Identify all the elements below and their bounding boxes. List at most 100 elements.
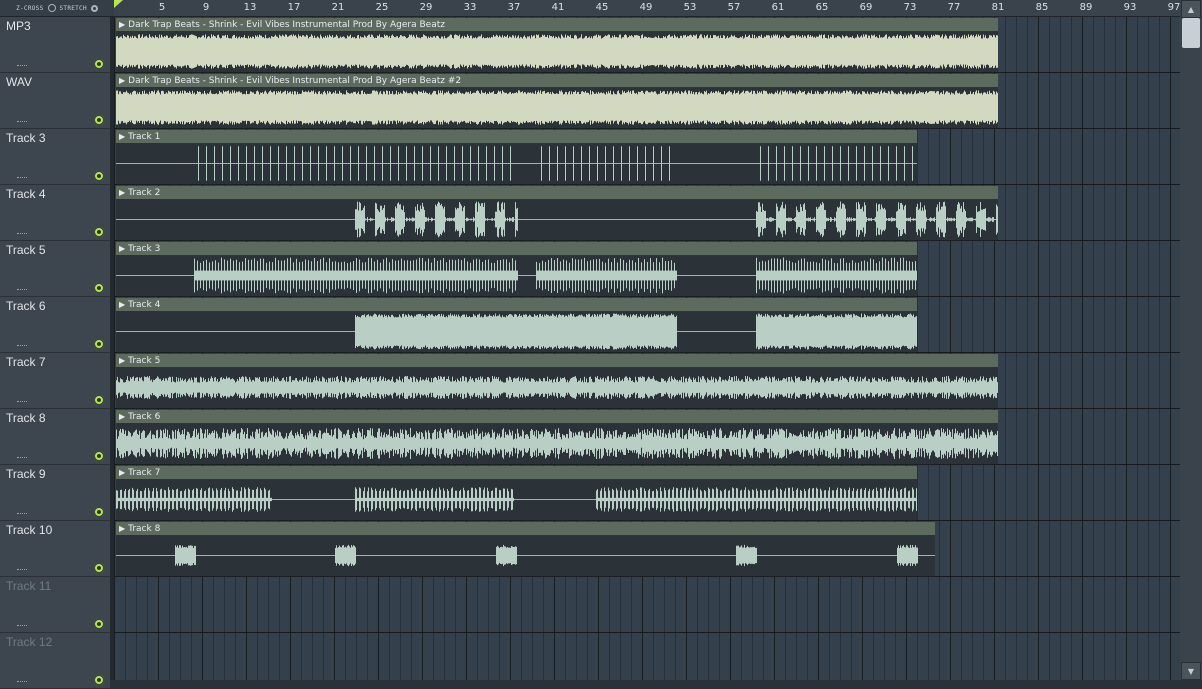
mute-led-icon[interactable] — [94, 59, 104, 69]
chevron-down-icon[interactable]: ▼ — [1181, 662, 1201, 680]
audio-clip[interactable]: ▶Dark Trap Beats - Shrink - Evil Vibes I… — [116, 18, 998, 72]
mute-led-icon[interactable] — [94, 675, 104, 685]
playlist-grid[interactable]: ▶Dark Trap Beats - Shrink - Evil Vibes I… — [114, 17, 1180, 680]
clip-waveform-area — [116, 367, 998, 408]
vertical-scrollbar[interactable]: ▲ ▼ — [1180, 0, 1202, 680]
track-header[interactable]: Track 5 — [0, 241, 110, 297]
audio-clip[interactable]: ▶Track 3 — [116, 242, 917, 296]
track-name[interactable]: MP3 — [6, 19, 31, 33]
bar-number: 9 — [203, 2, 209, 13]
play-arrow-icon[interactable]: ▶ — [119, 524, 125, 533]
clip-title-bar[interactable]: ▶Track 7 — [116, 466, 917, 479]
clip-title-bar[interactable]: ▶Track 3 — [116, 242, 917, 255]
track-header[interactable]: Track 8 — [0, 409, 110, 465]
track-grip-icon[interactable] — [17, 177, 27, 180]
track-name[interactable]: Track 11 — [6, 579, 51, 593]
playlist-lane[interactable]: ▶Track 1 — [114, 129, 1180, 185]
mute-led-icon[interactable] — [94, 115, 104, 125]
track-header[interactable]: Track 9 — [0, 465, 110, 521]
mute-led-icon[interactable] — [94, 227, 104, 237]
track-grip-icon[interactable] — [17, 513, 27, 516]
zcross-toggle-icon[interactable] — [48, 4, 56, 12]
mute-led-icon[interactable] — [94, 451, 104, 461]
clip-title-bar[interactable]: ▶Track 4 — [116, 298, 917, 311]
audio-clip[interactable]: ▶Track 2 — [116, 186, 998, 240]
play-arrow-icon[interactable]: ▶ — [119, 300, 125, 309]
mute-led-icon[interactable] — [94, 507, 104, 517]
audio-clip[interactable]: ▶Track 4 — [116, 298, 917, 352]
stretch-toggle-icon[interactable] — [91, 5, 98, 12]
playlist-lane[interactable]: ▶Track 5 — [114, 353, 1180, 409]
clip-title-bar[interactable]: ▶Track 1 — [116, 130, 917, 143]
track-name[interactable]: Track 9 — [6, 467, 46, 481]
playlist-lane[interactable]: ▶Track 4 — [114, 297, 1180, 353]
play-arrow-icon[interactable]: ▶ — [119, 244, 125, 253]
chevron-up-icon[interactable]: ▲ — [1181, 0, 1201, 18]
mute-led-icon[interactable] — [94, 563, 104, 573]
track-header[interactable]: Track 6 — [0, 297, 110, 353]
audio-clip[interactable]: ▶Dark Trap Beats - Shrink - Evil Vibes I… — [116, 74, 998, 128]
track-name[interactable]: Track 7 — [6, 355, 46, 369]
play-arrow-icon[interactable]: ▶ — [119, 412, 125, 421]
clip-title-bar[interactable]: ▶Dark Trap Beats - Shrink - Evil Vibes I… — [116, 74, 998, 87]
clip-title-bar[interactable]: ▶Track 6 — [116, 410, 998, 423]
mute-led-icon[interactable] — [94, 283, 104, 293]
mute-led-icon[interactable] — [94, 619, 104, 629]
track-name[interactable]: Track 6 — [6, 299, 46, 313]
track-grip-icon[interactable] — [17, 457, 27, 460]
track-header[interactable]: Track 4 — [0, 185, 110, 241]
mute-led-icon[interactable] — [94, 171, 104, 181]
clip-title-bar[interactable]: ▶Track 8 — [116, 522, 935, 535]
play-arrow-icon[interactable]: ▶ — [119, 356, 125, 365]
playlist-lane[interactable]: ▶Track 3 — [114, 241, 1180, 297]
track-header[interactable]: Track 10 — [0, 521, 110, 577]
track-grip-icon[interactable] — [17, 121, 27, 124]
track-name[interactable]: Track 8 — [6, 411, 46, 425]
audio-clip[interactable]: ▶Track 7 — [116, 466, 917, 520]
clip-title-bar[interactable]: ▶Track 2 — [116, 186, 998, 199]
play-arrow-icon[interactable]: ▶ — [119, 188, 125, 197]
track-grip-icon[interactable] — [17, 65, 27, 68]
clip-title-bar[interactable]: ▶Dark Trap Beats - Shrink - Evil Vibes I… — [116, 18, 998, 31]
track-name[interactable]: Track 12 — [6, 635, 52, 649]
track-grip-icon[interactable] — [17, 289, 27, 292]
play-arrow-icon[interactable]: ▶ — [119, 20, 125, 29]
track-header[interactable]: Track 11 — [0, 577, 110, 633]
audio-clip[interactable]: ▶Track 6 — [116, 410, 998, 464]
track-header[interactable]: MP3 — [0, 17, 110, 73]
track-grip-icon[interactable] — [17, 401, 27, 404]
play-arrow-icon[interactable]: ▶ — [119, 468, 125, 477]
track-grip-icon[interactable] — [17, 345, 27, 348]
play-arrow-icon[interactable]: ▶ — [119, 132, 125, 141]
playlist-lane[interactable]: ▶Dark Trap Beats - Shrink - Evil Vibes I… — [114, 17, 1180, 73]
track-header[interactable]: WAV — [0, 73, 110, 129]
mute-led-icon[interactable] — [94, 339, 104, 349]
track-name[interactable]: Track 3 — [6, 131, 46, 145]
playlist-lane[interactable]: ▶Track 2 — [114, 185, 1180, 241]
clip-title-bar[interactable]: ▶Track 5 — [116, 354, 998, 367]
bar-number: 65 — [816, 2, 829, 13]
track-header[interactable]: Track 7 — [0, 353, 110, 409]
track-name[interactable]: Track 10 — [6, 523, 52, 537]
track-header[interactable]: Track 12 — [0, 633, 110, 689]
track-grip-icon[interactable] — [17, 569, 27, 572]
track-name[interactable]: Track 4 — [6, 187, 46, 201]
mute-led-icon[interactable] — [94, 395, 104, 405]
track-grip-icon[interactable] — [17, 625, 27, 628]
playlist-lane[interactable]: ▶Track 8 — [114, 521, 1180, 577]
audio-clip[interactable]: ▶Track 8 — [116, 522, 935, 576]
bar-ruler[interactable]: 5913172125293337414549535761656973778185… — [114, 0, 1180, 16]
playlist-lane[interactable]: ▶Track 7 — [114, 465, 1180, 521]
track-name[interactable]: Track 5 — [6, 243, 46, 257]
track-grip-icon[interactable] — [17, 681, 27, 684]
scroll-thumb[interactable] — [1182, 18, 1200, 48]
track-header[interactable]: Track 3 — [0, 129, 110, 185]
playlist-lane[interactable]: ▶Dark Trap Beats - Shrink - Evil Vibes I… — [114, 73, 1180, 129]
play-arrow-icon[interactable]: ▶ — [119, 76, 125, 85]
track-header-column: MP3 WAV Track 3 Track 4 Track 5 Track 6 Track … — [0, 17, 110, 680]
track-grip-icon[interactable] — [17, 233, 27, 236]
audio-clip[interactable]: ▶Track 5 — [116, 354, 998, 408]
track-name[interactable]: WAV — [6, 75, 32, 89]
audio-clip[interactable]: ▶Track 1 — [116, 130, 917, 184]
playlist-lane[interactable]: ▶Track 6 — [114, 409, 1180, 465]
